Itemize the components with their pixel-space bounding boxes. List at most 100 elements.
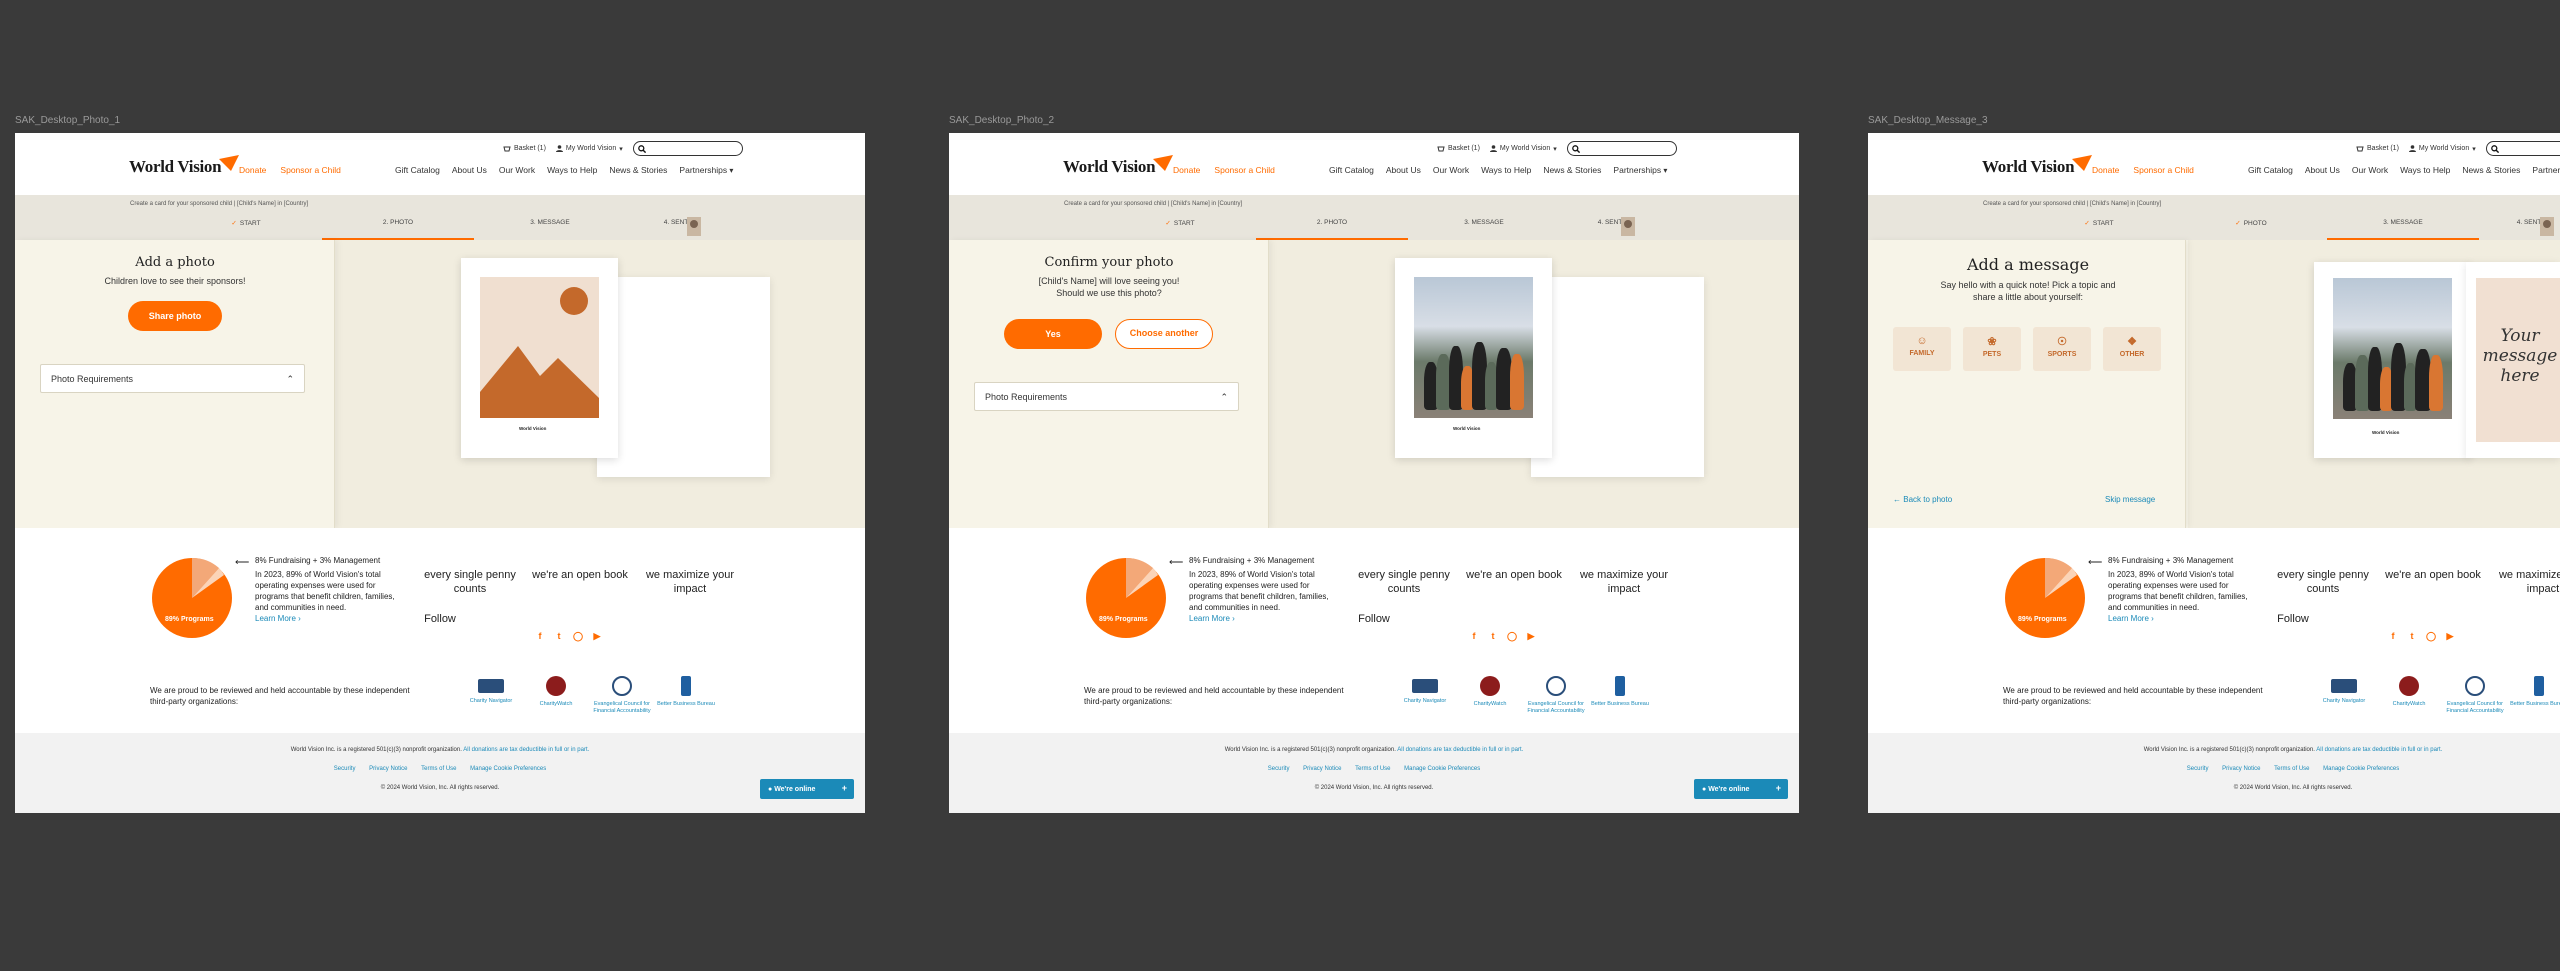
chat-button[interactable]: ● We're online + (760, 779, 854, 799)
nav-partnerships[interactable]: Partnerships (1613, 165, 1667, 175)
bbb-badge[interactable]: Better Business Bureau (1589, 676, 1651, 708)
choose-another-button[interactable]: Choose another (1115, 319, 1213, 349)
privacy-link[interactable]: Privacy Notice (369, 766, 407, 772)
facebook-icon[interactable]: f (535, 631, 545, 641)
nav-gift-catalog[interactable]: Gift Catalog (1329, 165, 1374, 175)
sponsor-link[interactable]: Sponsor a Child (280, 165, 340, 175)
world-vision-logo[interactable]: World Vision (129, 155, 240, 177)
account-menu[interactable]: My World Vision ▾ (1489, 145, 1557, 153)
category-family[interactable]: ☺ FAMILY (1893, 327, 1951, 371)
instagram-icon[interactable]: ◯ (1507, 631, 1517, 641)
donate-link[interactable]: Donate (2092, 165, 2119, 175)
sponsor-link[interactable]: Sponsor a Child (2133, 165, 2193, 175)
nav-news-stories[interactable]: News & Stories (2462, 165, 2520, 175)
nav-about-us[interactable]: About Us (2305, 165, 2340, 175)
account-menu[interactable]: My World Vision ▾ (2408, 145, 2476, 153)
nav-our-work[interactable]: Our Work (2352, 165, 2388, 175)
tax-deductible-link[interactable]: All donations are tax deductible in full… (463, 747, 589, 753)
charity-navigator-badge[interactable]: Charity Navigator (460, 676, 522, 705)
bbb-badge[interactable]: Better Business Bureau (655, 676, 717, 708)
ecfa-badge[interactable]: Evangelical Council for Financial Accoun… (591, 676, 653, 715)
nav-ways-to-help[interactable]: Ways to Help (1481, 165, 1531, 175)
nav-news-stories[interactable]: News & Stories (609, 165, 667, 175)
category-sports[interactable]: ☉ SPORTS (2033, 327, 2091, 371)
cookie-preferences-link[interactable]: Manage Cookie Preferences (1404, 766, 1480, 772)
account-menu[interactable]: My World Vision ▾ (555, 145, 623, 153)
security-link[interactable]: Security (334, 766, 356, 772)
world-vision-logo[interactable]: World Vision (1982, 155, 2093, 177)
nav-partnerships[interactable]: Partnerships (2532, 165, 2560, 175)
security-link[interactable]: Security (2187, 766, 2209, 772)
twitter-icon[interactable]: t (554, 631, 564, 641)
sponsor-link[interactable]: Sponsor a Child (1214, 165, 1274, 175)
step-photo[interactable]: 2. PHOTO (322, 213, 474, 240)
youtube-icon[interactable]: ▶ (2445, 631, 2455, 641)
privacy-link[interactable]: Privacy Notice (1303, 766, 1341, 772)
step-message[interactable]: 3. MESSAGE (474, 213, 626, 240)
facebook-icon[interactable]: f (1469, 631, 1479, 641)
instagram-icon[interactable]: ◯ (573, 631, 583, 641)
charity-navigator-badge[interactable]: Charity Navigator (2313, 676, 2375, 705)
step-start[interactable]: ✓ START (170, 213, 322, 240)
bbb-badge[interactable]: Better Business Bureau (2508, 676, 2560, 708)
step-message[interactable]: 3. MESSAGE (2327, 213, 2479, 240)
step-start[interactable]: ✓ START (2023, 213, 2175, 240)
nav-about-us[interactable]: About Us (452, 165, 487, 175)
terms-link[interactable]: Terms of Use (2274, 766, 2309, 772)
tax-deductible-link[interactable]: All donations are tax deductible in full… (1397, 747, 1523, 753)
search-input[interactable] (2485, 141, 2560, 156)
nav-ways-to-help[interactable]: Ways to Help (547, 165, 597, 175)
terms-link[interactable]: Terms of Use (421, 766, 456, 772)
nav-gift-catalog[interactable]: Gift Catalog (395, 165, 440, 175)
photo-requirements-accordion[interactable]: Photo Requirements ⌃ (974, 382, 1239, 411)
photo-requirements-accordion[interactable]: Photo Requirements ⌃ (40, 364, 305, 393)
step-message[interactable]: 3. MESSAGE (1408, 213, 1560, 240)
charitywatch-badge[interactable]: CharityWatch (1459, 676, 1521, 708)
yes-button[interactable]: Yes (1004, 319, 1102, 349)
twitter-icon[interactable]: t (2407, 631, 2417, 641)
privacy-link[interactable]: Privacy Notice (2222, 766, 2260, 772)
terms-link[interactable]: Terms of Use (1355, 766, 1390, 772)
charitywatch-badge[interactable]: CharityWatch (2378, 676, 2440, 708)
back-to-photo-link[interactable]: ← Back to photo (1893, 495, 1952, 504)
main-nav: Gift Catalog About Us Our Work Ways to H… (395, 165, 733, 175)
share-photo-button[interactable]: Share photo (128, 301, 222, 331)
donate-link[interactable]: Donate (239, 165, 266, 175)
world-vision-logo[interactable]: World Vision (1063, 155, 1174, 177)
nav-our-work[interactable]: Our Work (1433, 165, 1469, 175)
cookie-preferences-link[interactable]: Manage Cookie Preferences (470, 766, 546, 772)
nav-gift-catalog[interactable]: Gift Catalog (2248, 165, 2293, 175)
ecfa-badge[interactable]: Evangelical Council for Financial Accoun… (1525, 676, 1587, 715)
facebook-icon[interactable]: f (2388, 631, 2398, 641)
step-sent[interactable]: 4. SENT (1560, 213, 1660, 240)
basket-link[interactable]: Basket (1) (503, 145, 546, 152)
step-photo[interactable]: ✓ PHOTO (2175, 213, 2327, 240)
charity-navigator-badge[interactable]: Charity Navigator (1394, 676, 1456, 705)
youtube-icon[interactable]: ▶ (1526, 631, 1536, 641)
search-input[interactable] (1566, 141, 1677, 156)
nav-ways-to-help[interactable]: Ways to Help (2400, 165, 2450, 175)
skip-message-link[interactable]: Skip message (2105, 495, 2155, 504)
category-other[interactable]: ❖ OTHER (2103, 327, 2161, 371)
security-link[interactable]: Security (1268, 766, 1290, 772)
search-input[interactable] (632, 141, 743, 156)
charitywatch-badge[interactable]: CharityWatch (525, 676, 587, 708)
step-start[interactable]: ✓ START (1104, 213, 1256, 240)
step-photo[interactable]: 2. PHOTO (1256, 213, 1408, 240)
youtube-icon[interactable]: ▶ (592, 631, 602, 641)
chat-button[interactable]: ● We're online + (1694, 779, 1788, 799)
instagram-icon[interactable]: ◯ (2426, 631, 2436, 641)
twitter-icon[interactable]: t (1488, 631, 1498, 641)
nav-partnerships[interactable]: Partnerships (679, 165, 733, 175)
tax-deductible-link[interactable]: All donations are tax deductible in full… (2316, 747, 2442, 753)
nav-news-stories[interactable]: News & Stories (1543, 165, 1601, 175)
ecfa-badge[interactable]: Evangelical Council for Financial Accoun… (2444, 676, 2506, 715)
nav-about-us[interactable]: About Us (1386, 165, 1421, 175)
basket-link[interactable]: Basket (1) (1437, 145, 1480, 152)
donate-link[interactable]: Donate (1173, 165, 1200, 175)
category-pets[interactable]: ❀ PETS (1963, 327, 2021, 371)
step-sent[interactable]: 4. SENT (626, 213, 726, 240)
cookie-preferences-link[interactable]: Manage Cookie Preferences (2323, 766, 2399, 772)
nav-our-work[interactable]: Our Work (499, 165, 535, 175)
basket-link[interactable]: Basket (1) (2356, 145, 2399, 152)
